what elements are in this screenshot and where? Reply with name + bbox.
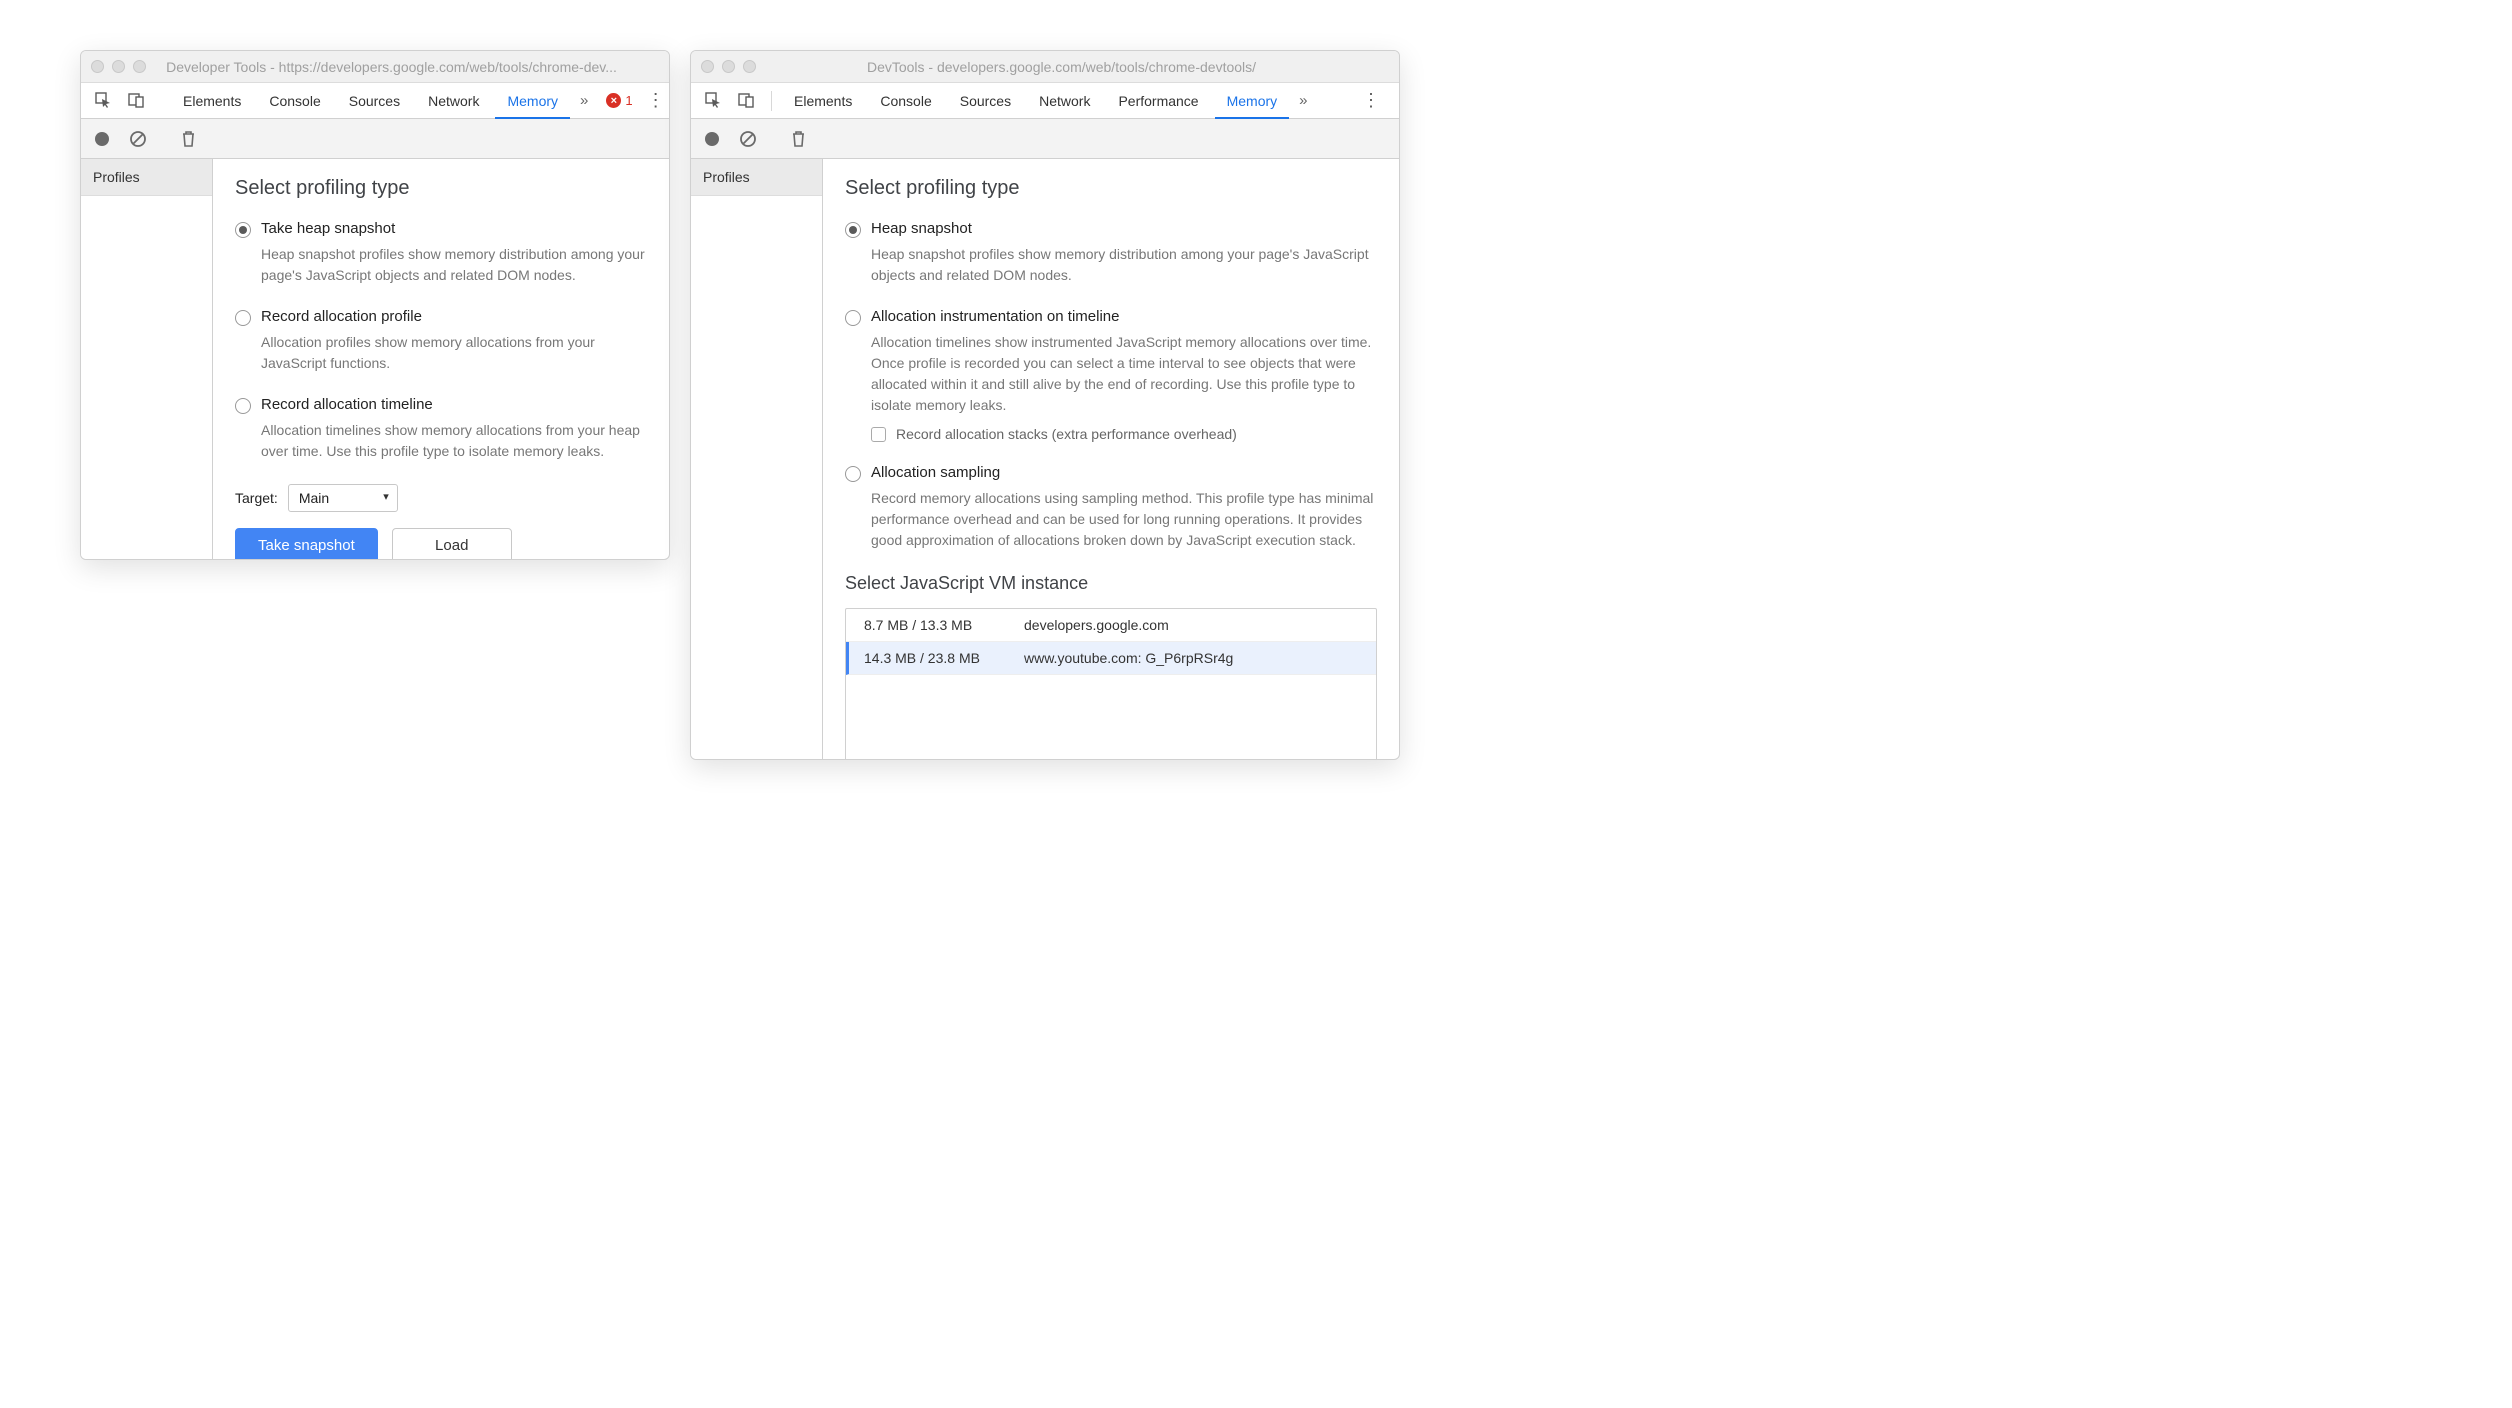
vm-memory: 14.3 MB / 23.8 MB bbox=[864, 650, 1024, 666]
profile-toolbar bbox=[691, 119, 1399, 159]
panel-tabbar: Elements Console Sources Network Perform… bbox=[691, 83, 1399, 119]
panel-tabbar: Elements Console Sources Network Memory … bbox=[81, 83, 669, 119]
tab-sources[interactable]: Sources bbox=[948, 83, 1023, 119]
radio-icon[interactable] bbox=[235, 222, 251, 238]
radio-icon[interactable] bbox=[845, 466, 861, 482]
tabs-overflow-icon[interactable]: » bbox=[574, 88, 594, 113]
zoom-dot[interactable] bbox=[743, 60, 756, 73]
tab-elements[interactable]: Elements bbox=[782, 83, 864, 119]
separator bbox=[771, 91, 772, 111]
clear-icon[interactable] bbox=[127, 128, 149, 150]
close-dot[interactable] bbox=[91, 60, 104, 73]
window-controls bbox=[701, 60, 756, 73]
option-title: Allocation sampling bbox=[871, 464, 1000, 481]
error-badge[interactable]: ×1 bbox=[606, 93, 632, 108]
record-icon[interactable] bbox=[91, 128, 113, 150]
tab-sources[interactable]: Sources bbox=[337, 83, 412, 119]
error-count: 1 bbox=[625, 93, 632, 108]
option-allocation-sampling[interactable]: Allocation sampling Record memory alloca… bbox=[845, 464, 1377, 551]
option-description: Allocation timelines show instrumented J… bbox=[871, 332, 1377, 416]
profile-toolbar bbox=[81, 119, 669, 159]
tab-elements[interactable]: Elements bbox=[171, 83, 253, 119]
tabs-overflow-icon[interactable]: » bbox=[1293, 88, 1313, 113]
tab-console[interactable]: Console bbox=[257, 83, 332, 119]
minimize-dot[interactable] bbox=[722, 60, 735, 73]
main-content: Select profiling type Heap snapshot Heap… bbox=[823, 159, 1399, 759]
option-title: Record allocation profile bbox=[261, 308, 422, 325]
target-row: Target: Main bbox=[235, 484, 647, 512]
tab-memory[interactable]: Memory bbox=[495, 83, 570, 119]
devtools-window-right: DevTools - developers.google.com/web/too… bbox=[690, 50, 1400, 760]
suboption-record-stacks[interactable]: Record allocation stacks (extra performa… bbox=[871, 426, 1377, 442]
heading-vm-instance: Select JavaScript VM instance bbox=[845, 573, 1377, 594]
tab-network[interactable]: Network bbox=[1027, 83, 1102, 119]
suboption-label: Record allocation stacks (extra performa… bbox=[896, 426, 1237, 442]
option-title: Heap snapshot bbox=[871, 220, 972, 237]
vm-instance-table: 8.7 MB / 13.3 MB developers.google.com 1… bbox=[845, 608, 1377, 759]
load-button[interactable]: Load bbox=[392, 528, 512, 559]
target-select[interactable]: Main bbox=[288, 484, 398, 512]
delete-icon[interactable] bbox=[177, 128, 199, 150]
take-snapshot-button[interactable]: Take snapshot bbox=[235, 528, 378, 559]
window-controls bbox=[91, 60, 146, 73]
option-description: Heap snapshot profiles show memory distr… bbox=[261, 244, 647, 286]
clear-icon[interactable] bbox=[737, 128, 759, 150]
vm-row[interactable]: 14.3 MB / 23.8 MB www.youtube.com: G_P6r… bbox=[846, 642, 1376, 675]
option-heap-snapshot[interactable]: Heap snapshot Heap snapshot profiles sho… bbox=[845, 220, 1377, 286]
tab-console[interactable]: Console bbox=[868, 83, 943, 119]
delete-icon[interactable] bbox=[787, 128, 809, 150]
tab-memory[interactable]: Memory bbox=[1215, 83, 1290, 119]
radio-icon[interactable] bbox=[845, 310, 861, 326]
option-allocation-timeline[interactable]: Record allocation timeline Allocation ti… bbox=[235, 396, 647, 462]
sidebar: Profiles bbox=[81, 159, 213, 559]
radio-icon[interactable] bbox=[235, 310, 251, 326]
window-title: Developer Tools - https://developers.goo… bbox=[154, 59, 659, 75]
settings-menu-icon[interactable]: ⋮ bbox=[637, 86, 670, 115]
sidebar-item-profiles[interactable]: Profiles bbox=[691, 159, 822, 196]
option-allocation-profile[interactable]: Record allocation profile Allocation pro… bbox=[235, 308, 647, 374]
device-toggle-icon[interactable] bbox=[732, 88, 761, 113]
tab-performance[interactable]: Performance bbox=[1106, 83, 1210, 119]
window-title: DevTools - developers.google.com/web/too… bbox=[764, 59, 1389, 75]
vm-site: developers.google.com bbox=[1024, 617, 1169, 633]
option-title: Allocation instrumentation on timeline bbox=[871, 308, 1119, 325]
sidebar: Profiles bbox=[691, 159, 823, 759]
option-heap-snapshot[interactable]: Take heap snapshot Heap snapshot profile… bbox=[235, 220, 647, 286]
radio-icon[interactable] bbox=[845, 222, 861, 238]
panel-body: Profiles Select profiling type Heap snap… bbox=[691, 159, 1399, 759]
checkbox-icon[interactable] bbox=[871, 427, 886, 442]
settings-menu-icon[interactable]: ⋮ bbox=[1352, 86, 1391, 115]
vm-site: www.youtube.com: G_P6rpRSr4g bbox=[1024, 650, 1233, 666]
panel-body: Profiles Select profiling type Take heap… bbox=[81, 159, 669, 559]
option-allocation-timeline[interactable]: Allocation instrumentation on timeline A… bbox=[845, 308, 1377, 442]
tab-network[interactable]: Network bbox=[416, 83, 491, 119]
option-title: Record allocation timeline bbox=[261, 396, 433, 413]
inspect-icon[interactable] bbox=[699, 88, 728, 113]
titlebar: Developer Tools - https://developers.goo… bbox=[81, 51, 669, 83]
heading-select-profiling-type: Select profiling type bbox=[235, 177, 647, 200]
option-description: Allocation profiles show memory allocati… bbox=[261, 332, 647, 374]
option-title: Take heap snapshot bbox=[261, 220, 395, 237]
device-toggle-icon[interactable] bbox=[122, 88, 151, 113]
option-description: Allocation timelines show memory allocat… bbox=[261, 420, 647, 462]
zoom-dot[interactable] bbox=[133, 60, 146, 73]
inspect-icon[interactable] bbox=[89, 88, 118, 113]
target-label: Target: bbox=[235, 490, 278, 506]
option-description: Record memory allocations using sampling… bbox=[871, 488, 1377, 551]
button-row: Take snapshot Load bbox=[235, 528, 647, 559]
vm-memory: 8.7 MB / 13.3 MB bbox=[864, 617, 1024, 633]
vm-row[interactable]: 8.7 MB / 13.3 MB developers.google.com bbox=[846, 609, 1376, 642]
heading-select-profiling-type: Select profiling type bbox=[845, 177, 1377, 200]
minimize-dot[interactable] bbox=[112, 60, 125, 73]
radio-icon[interactable] bbox=[235, 398, 251, 414]
main-content: Select profiling type Take heap snapshot… bbox=[213, 159, 669, 559]
option-description: Heap snapshot profiles show memory distr… bbox=[871, 244, 1377, 286]
devtools-window-left: Developer Tools - https://developers.goo… bbox=[80, 50, 670, 560]
sidebar-item-profiles[interactable]: Profiles bbox=[81, 159, 212, 196]
close-dot[interactable] bbox=[701, 60, 714, 73]
titlebar: DevTools - developers.google.com/web/too… bbox=[691, 51, 1399, 83]
record-icon[interactable] bbox=[701, 128, 723, 150]
